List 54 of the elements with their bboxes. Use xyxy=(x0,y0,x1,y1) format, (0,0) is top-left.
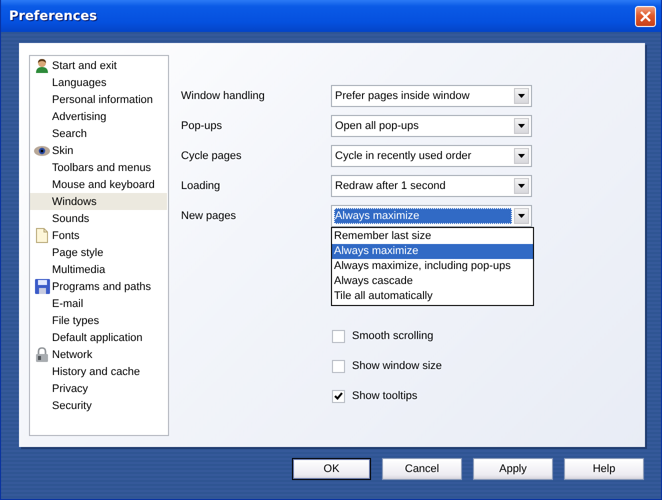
dropdown-field[interactable]: Cycle in recently used order xyxy=(331,145,532,167)
dialog-button[interactable]: OK xyxy=(292,458,371,480)
category-item[interactable]: Security xyxy=(30,397,167,414)
dropdown-field[interactable]: Redraw after 1 second xyxy=(331,175,532,197)
category-item[interactable]: Windows xyxy=(30,193,167,210)
checkbox[interactable] xyxy=(332,330,345,342)
category-item[interactable]: Mouse and keyboard xyxy=(30,176,167,193)
category-item[interactable]: Search xyxy=(30,125,167,142)
category-item[interactable]: Default application xyxy=(30,329,167,346)
dropdown-option[interactable]: Always maximize xyxy=(332,244,533,259)
category-item[interactable]: Multimedia xyxy=(30,261,167,278)
setting-label: Pop-ups xyxy=(181,120,223,132)
checkbox-label: Show window size xyxy=(352,360,442,372)
category-item[interactable]: E-mail xyxy=(30,295,167,312)
document-icon xyxy=(36,228,48,243)
dialog-button[interactable]: Cancel xyxy=(382,458,462,480)
window-title: Preferences xyxy=(9,8,97,24)
caret-icon xyxy=(514,148,529,164)
category-item[interactable]: Toolbars and menus xyxy=(30,159,167,176)
category-item[interactable]: Advertising xyxy=(30,108,167,125)
category-item[interactable]: Start and exit xyxy=(30,57,167,74)
setting-label: Loading xyxy=(181,180,222,192)
dropdown-field[interactable]: Prefer pages inside window xyxy=(331,85,532,107)
category-item[interactable]: Programs and paths xyxy=(30,278,167,295)
caret-icon xyxy=(514,178,529,194)
category-item[interactable]: Languages xyxy=(30,74,167,91)
checkbox-label: Show tooltips xyxy=(352,390,418,402)
setting-label: Window handling xyxy=(181,90,266,102)
caret-icon xyxy=(514,118,529,134)
category-item[interactable]: File types xyxy=(30,312,167,329)
close-button[interactable] xyxy=(635,6,656,26)
caret-icon xyxy=(514,88,529,104)
dropdown-field[interactable]: Always maximize xyxy=(331,205,532,227)
category-item[interactable]: Sounds xyxy=(30,210,167,227)
padlock-icon xyxy=(35,347,49,362)
checkbox-label: Smooth scrolling xyxy=(352,330,434,342)
person-icon xyxy=(35,58,49,73)
close-icon xyxy=(640,10,651,22)
setting-label: New pages xyxy=(181,210,238,222)
dialog-button[interactable]: Help xyxy=(564,458,644,480)
category-item[interactable]: Personal information xyxy=(30,91,167,108)
category-item[interactable]: History and cache xyxy=(30,363,167,380)
caret-icon xyxy=(514,208,529,224)
category-item[interactable]: Page style xyxy=(30,244,167,261)
dialog-button[interactable]: Apply xyxy=(473,458,553,480)
setting-label: Cycle pages xyxy=(181,150,243,162)
checkbox[interactable] xyxy=(332,390,345,402)
checkbox[interactable] xyxy=(332,360,345,372)
category-item[interactable]: Network xyxy=(30,346,167,363)
eye-icon xyxy=(34,146,50,156)
category-item[interactable]: Fonts xyxy=(30,227,167,244)
category-item[interactable]: Privacy xyxy=(30,380,167,397)
dropdown-field[interactable]: Open all pop-ups xyxy=(331,115,532,137)
category-item[interactable]: Skin xyxy=(30,142,167,159)
